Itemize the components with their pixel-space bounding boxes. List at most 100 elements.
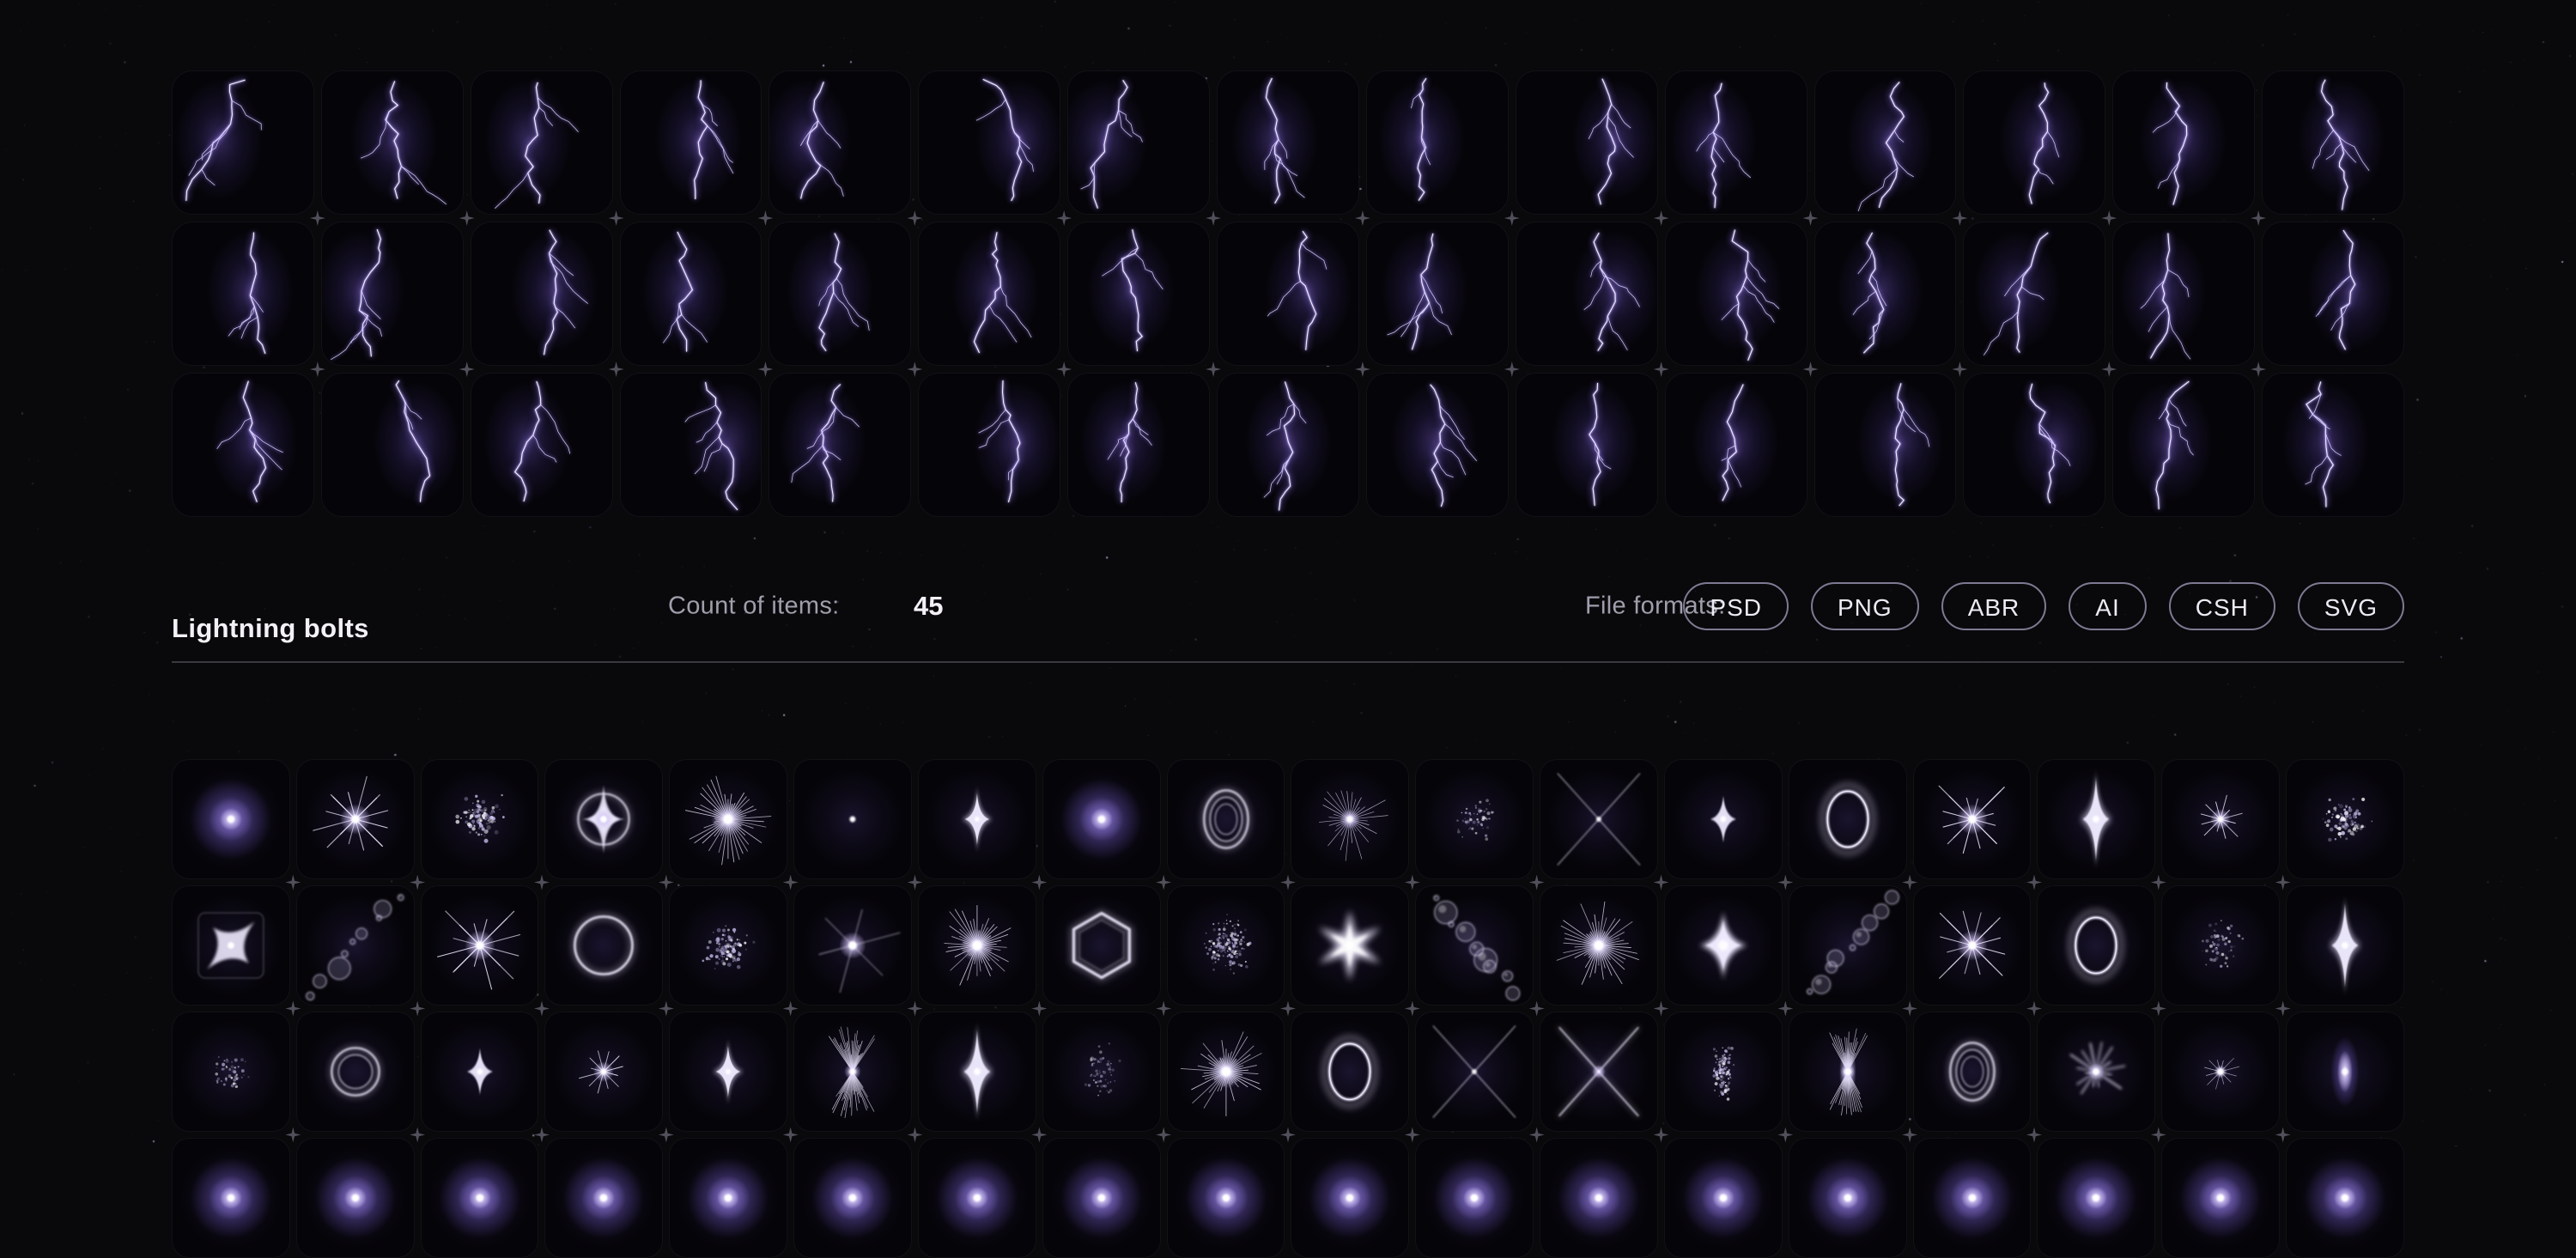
format-badge-abr[interactable]: ABR <box>1941 582 2047 630</box>
lightning-thumbnail <box>918 222 1060 366</box>
hexagon-icon <box>1043 886 1160 1005</box>
flare-thumbnail <box>1913 1138 2032 1258</box>
lightning-thumbnail <box>620 222 762 366</box>
glow-icon <box>1665 1139 1782 1257</box>
glow-icon <box>2038 1139 2154 1257</box>
glow-icon <box>919 1139 1036 1257</box>
lightning-thumbnail <box>1366 222 1509 366</box>
flare-thumbnail <box>1664 1012 1783 1132</box>
format-badges: PSD PNG ABR AI CSH SVG <box>1683 582 2404 630</box>
flare-thumbnail <box>1167 1012 1285 1132</box>
flare-thumbnail <box>669 1012 787 1132</box>
lightning-bolt-icon <box>1815 222 1956 365</box>
glow-icon <box>2287 1139 2403 1257</box>
flare-thumbnail <box>2286 759 2404 879</box>
flare-thumbnail <box>1913 759 2032 879</box>
flare-thumbnail <box>918 1012 1036 1132</box>
format-badge-ai[interactable]: AI <box>2069 582 2146 630</box>
bokeh-icon <box>1416 886 1533 1005</box>
star4-streak-icon <box>422 1012 538 1131</box>
star6-icon <box>1291 886 1408 1005</box>
glow-icon <box>1168 1139 1285 1257</box>
lightning-bolt-icon <box>769 374 910 516</box>
lightning-bolt-icon <box>471 71 612 214</box>
lightning-thumbnail <box>1366 373 1509 517</box>
x-square-icon <box>173 886 289 1005</box>
flare-thumbnail <box>1291 885 1409 1006</box>
flare-thumbnail <box>421 1138 539 1258</box>
glow-icon <box>1043 760 1160 878</box>
lightning-thumbnail <box>1217 373 1359 517</box>
lightning-bolt-icon <box>2263 222 2403 365</box>
rings-icon <box>1914 1012 2031 1131</box>
lightning-thumbnail <box>321 373 464 517</box>
cross-icon <box>794 760 911 878</box>
lightning-thumbnail <box>172 70 314 215</box>
flare-thumbnail <box>296 759 415 879</box>
format-badge-csh[interactable]: CSH <box>2169 582 2275 630</box>
flare-thumbnail <box>421 759 539 879</box>
lightning-bolt-icon <box>322 71 463 214</box>
lightning-bolt-icon <box>1964 71 2105 214</box>
flare-thumbnail <box>544 1012 663 1132</box>
lightning-bolt-icon <box>1068 71 1209 214</box>
format-badge-svg[interactable]: SVG <box>2298 582 2404 630</box>
flare-thumbnail <box>1540 1138 1658 1258</box>
ellipse-rings-icon <box>1789 760 1906 878</box>
lightning-bolt-icon <box>1218 374 1358 516</box>
lightning-bolt-icon <box>322 222 463 365</box>
lightning-thumbnail <box>2262 373 2404 517</box>
section-title: Lightning bolts <box>172 613 369 644</box>
flare-thumbnail <box>1415 759 1534 879</box>
glow-icon <box>297 1139 414 1257</box>
lightning-thumbnail <box>172 373 314 517</box>
star12-icon <box>1914 886 2031 1005</box>
lightning-bolt-icon <box>173 222 313 365</box>
flare-thumbnail <box>1664 1138 1783 1258</box>
flare-thumbnail <box>2037 1012 2155 1132</box>
particles-column-icon <box>1665 1012 1782 1131</box>
rayburst-icon <box>670 760 787 878</box>
glow-icon <box>2162 1139 2279 1257</box>
lightning-bolt-icon <box>919 222 1060 365</box>
glow-icon <box>1043 1139 1160 1257</box>
lightning-thumbnail <box>1516 222 1658 366</box>
star4-tall-icon <box>2038 760 2154 878</box>
glow-vertical-icon <box>2287 1012 2403 1131</box>
fan-icon <box>794 1012 911 1131</box>
bokeh-icon <box>297 886 414 1005</box>
lightning-thumbnail <box>620 70 762 215</box>
flare-thumbnail <box>1789 1138 1907 1258</box>
flare-thumbnail <box>172 1012 290 1132</box>
particles-sparse-icon <box>1416 760 1533 878</box>
lightning-bolt-icon <box>621 71 762 214</box>
x-thin-icon <box>1416 1012 1533 1131</box>
lightning-bolt-icon <box>2113 222 2254 365</box>
lightning-bolt-icon <box>1367 71 1508 214</box>
lightning-bolt-icon <box>471 222 612 365</box>
spiky-icon <box>2038 1012 2154 1131</box>
flare-thumbnail <box>669 885 787 1006</box>
star12-small-icon <box>2162 760 2279 878</box>
bokeh-icon <box>1789 886 1906 1005</box>
lightning-bolt-icon <box>919 71 1060 214</box>
lightning-thumbnail <box>2112 373 2255 517</box>
lightning-thumbnail <box>2262 70 2404 215</box>
format-badge-psd[interactable]: PSD <box>1683 582 1789 630</box>
particles-icon <box>422 760 538 878</box>
flare-thumbnail <box>918 885 1036 1006</box>
lightning-thumbnail <box>1963 373 2105 517</box>
lightning-bolt-icon <box>2263 71 2403 214</box>
lightning-bolt-icon <box>769 222 910 365</box>
lightning-thumbnail <box>1963 222 2105 366</box>
lightning-bolt-icon <box>1516 71 1657 214</box>
particles-icon <box>670 886 787 1005</box>
flare-thumbnail <box>669 759 787 879</box>
format-badge-png[interactable]: PNG <box>1811 582 1919 630</box>
star12-small-icon <box>545 1012 662 1131</box>
particles-icon <box>2287 760 2403 878</box>
lightning-thumbnail <box>769 70 911 215</box>
flare-thumbnail <box>1789 1012 1907 1132</box>
glow-icon <box>173 1139 289 1257</box>
flare-thumbnail <box>544 759 663 879</box>
